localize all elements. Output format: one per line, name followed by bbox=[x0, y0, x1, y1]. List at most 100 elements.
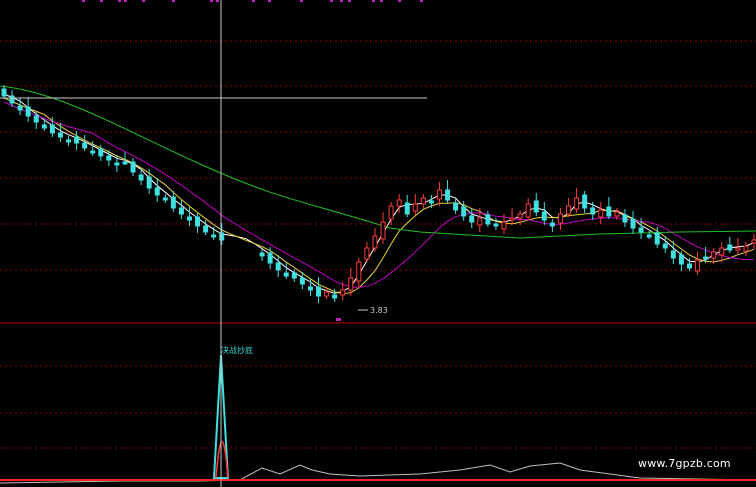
top-tick bbox=[142, 0, 145, 2]
low-marker-dot bbox=[336, 318, 341, 321]
candle-body bbox=[138, 174, 144, 181]
candle-body bbox=[66, 139, 72, 143]
candle-body bbox=[751, 239, 756, 244]
candle-body bbox=[711, 251, 717, 259]
top-tick bbox=[124, 0, 127, 2]
candle-body bbox=[178, 207, 184, 215]
candle-body bbox=[283, 272, 289, 277]
candle-body bbox=[549, 222, 555, 227]
indicator-grid bbox=[0, 365, 756, 449]
candle-body bbox=[90, 150, 96, 154]
candle-body bbox=[211, 234, 217, 238]
candle-body bbox=[412, 203, 418, 212]
candle-body bbox=[9, 95, 15, 104]
candle-body bbox=[380, 221, 386, 240]
crosshair bbox=[0, 0, 427, 487]
candle-body bbox=[106, 155, 112, 161]
candle-body bbox=[614, 211, 620, 217]
candle-body bbox=[735, 247, 741, 251]
top-tick bbox=[340, 0, 343, 2]
stock-chart[interactable] bbox=[0, 0, 756, 487]
candle-body bbox=[74, 136, 80, 144]
candle-body bbox=[388, 205, 394, 220]
candle-body bbox=[340, 289, 346, 296]
candle-body bbox=[453, 202, 459, 211]
candle-body bbox=[485, 214, 491, 225]
candle-body bbox=[219, 232, 225, 241]
top-tick bbox=[82, 0, 85, 2]
bottom-signal-label: 决战抄底 bbox=[221, 346, 253, 355]
candle-body bbox=[566, 205, 572, 215]
candle-body bbox=[17, 105, 23, 111]
candle-body bbox=[267, 252, 273, 264]
candle-body bbox=[509, 217, 515, 221]
candle-body bbox=[574, 197, 580, 210]
candle-body bbox=[332, 294, 338, 299]
candle-body bbox=[525, 203, 531, 218]
price-grid bbox=[0, 0, 756, 324]
candle-body bbox=[493, 223, 499, 227]
candle-body bbox=[170, 196, 176, 209]
ma-5-line bbox=[3, 93, 755, 294]
candle-body bbox=[1, 88, 7, 97]
candle-body bbox=[557, 213, 563, 224]
candle-body bbox=[662, 243, 668, 249]
ma-20-line bbox=[3, 101, 755, 288]
top-tick bbox=[252, 0, 255, 2]
candle-body bbox=[582, 194, 588, 209]
candle-body bbox=[743, 245, 749, 252]
candle-body bbox=[670, 250, 676, 259]
candle-body bbox=[630, 218, 636, 229]
candle-body bbox=[654, 232, 660, 245]
candle-body bbox=[356, 261, 362, 282]
top-tick bbox=[100, 0, 103, 2]
candle-body bbox=[41, 124, 47, 129]
candle-body bbox=[517, 213, 523, 219]
candle-body bbox=[719, 247, 725, 256]
candle-body bbox=[82, 142, 88, 149]
watermark-text: www.7gpzb.com bbox=[638, 457, 731, 470]
top-tick bbox=[210, 0, 213, 2]
candle-body bbox=[695, 259, 701, 272]
candle-body bbox=[291, 272, 297, 279]
ma-10-line bbox=[3, 97, 755, 295]
candle-body bbox=[154, 187, 160, 196]
candle-body bbox=[678, 254, 684, 265]
top-tick bbox=[348, 0, 351, 2]
candle-body bbox=[316, 286, 322, 297]
top-tick bbox=[118, 0, 121, 2]
candle-body bbox=[428, 200, 434, 204]
candle-body bbox=[606, 206, 612, 217]
top-tick bbox=[380, 0, 383, 2]
top-tick bbox=[330, 0, 333, 2]
candle-body bbox=[33, 115, 39, 123]
candle-body bbox=[420, 197, 426, 205]
top-tick bbox=[216, 0, 219, 2]
candle-body bbox=[162, 197, 168, 201]
candle-body bbox=[259, 252, 265, 257]
candle-body bbox=[299, 277, 305, 285]
candle-body bbox=[396, 199, 402, 207]
candle-body bbox=[469, 215, 475, 223]
candle-body bbox=[372, 235, 378, 249]
ma-60-line bbox=[0, 85, 756, 239]
candle-body bbox=[364, 247, 370, 260]
candle-body bbox=[348, 277, 354, 291]
top-tick bbox=[420, 0, 423, 2]
top-tick bbox=[268, 0, 271, 2]
candle-body bbox=[590, 207, 596, 215]
candle-body bbox=[122, 161, 128, 165]
candle-body bbox=[307, 286, 313, 291]
candle-body bbox=[541, 211, 547, 221]
candle-body bbox=[195, 216, 201, 227]
candle-body bbox=[622, 214, 628, 223]
candle-body bbox=[598, 209, 604, 218]
candle-body bbox=[646, 234, 652, 238]
candle-body bbox=[146, 176, 152, 189]
candle-body bbox=[324, 291, 330, 297]
candle-body bbox=[533, 200, 539, 213]
candle-body bbox=[130, 161, 136, 173]
top-tick bbox=[300, 0, 303, 2]
candle-body bbox=[436, 189, 442, 200]
moving-average-lines bbox=[0, 85, 756, 295]
